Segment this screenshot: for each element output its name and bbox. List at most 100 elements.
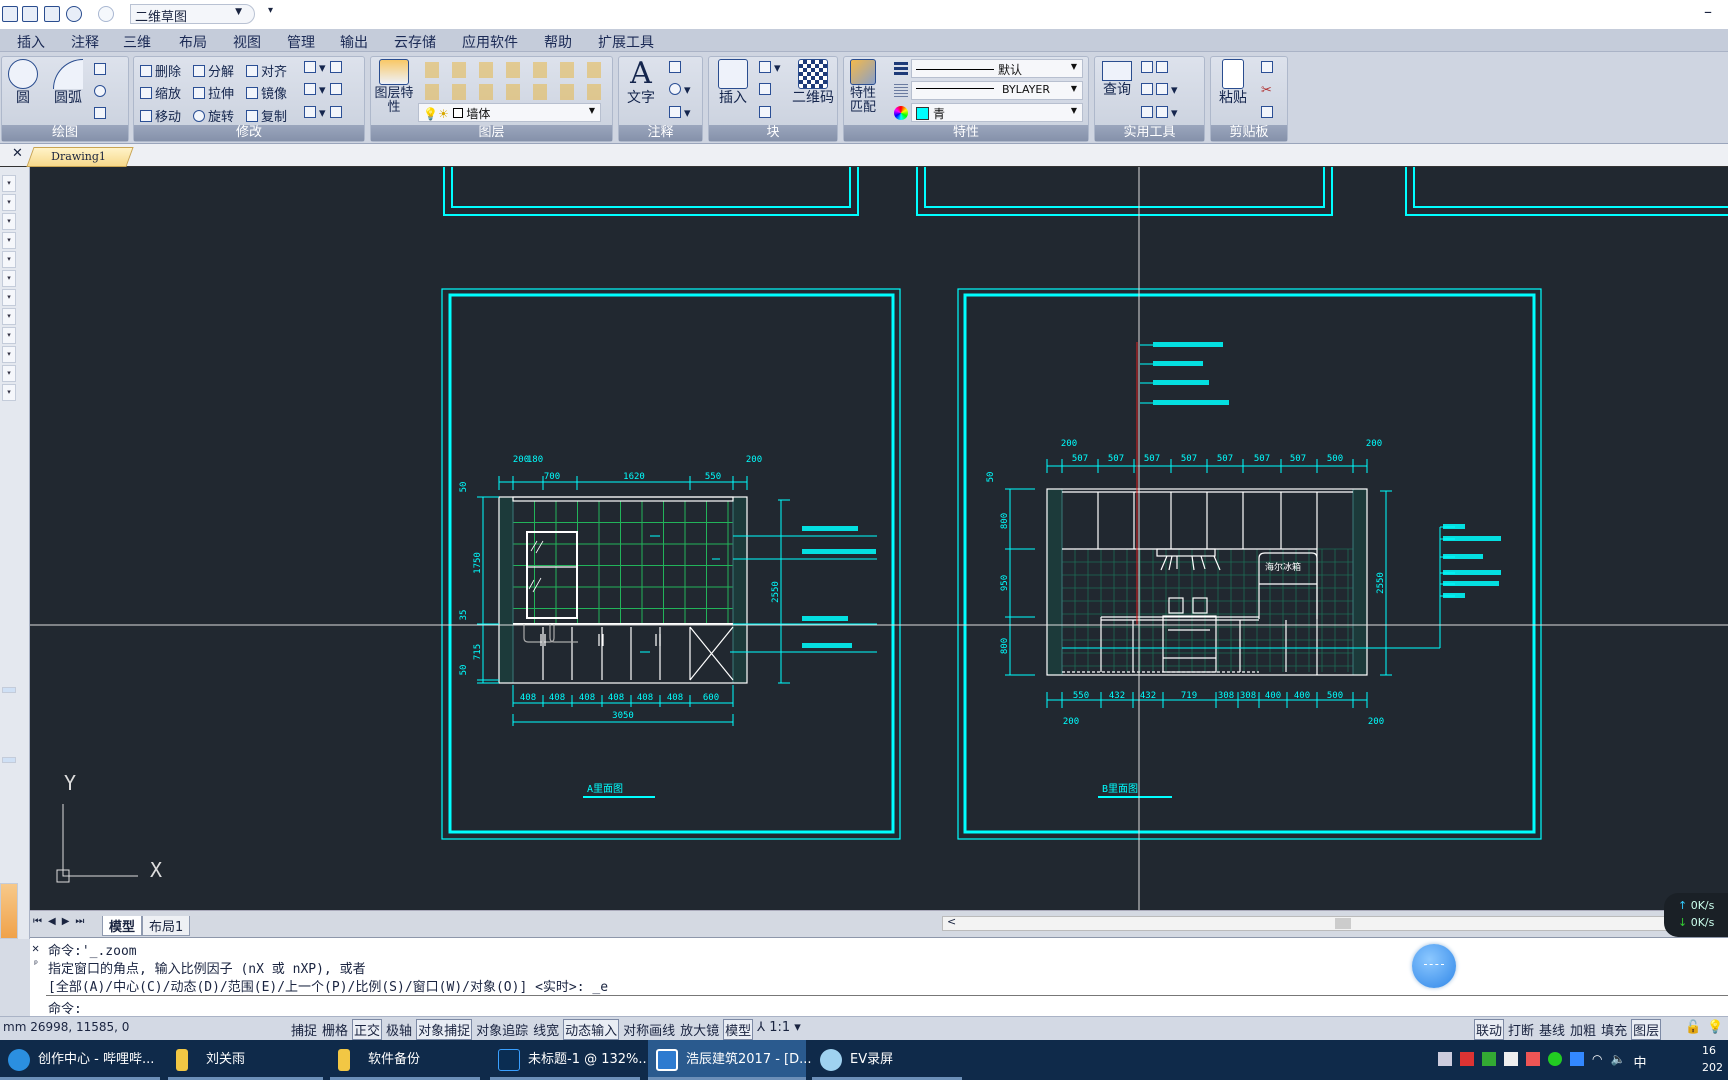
insert-block-button[interactable]: 插入: [715, 59, 751, 106]
status-toggle[interactable]: 正交: [352, 1019, 383, 1040]
close-icon[interactable]: ✕: [12, 146, 23, 161]
create-block-tool[interactable]: ▾: [759, 61, 781, 76]
palette-button[interactable]: ▾: [2, 384, 16, 401]
break-tool[interactable]: ▾: [304, 106, 345, 121]
status-toggle[interactable]: 对象追踪: [475, 1020, 529, 1041]
menu-cloud[interactable]: 云存储: [394, 32, 436, 52]
status-toggle[interactable]: 线宽: [532, 1020, 560, 1041]
status-toggle[interactable]: 模型: [723, 1019, 754, 1040]
quick-select-tool[interactable]: ▾: [1141, 106, 1178, 121]
layer-tools-icons[interactable]: [419, 62, 607, 102]
status-toggle[interactable]: 对称画线: [622, 1020, 676, 1041]
wechat-icon[interactable]: [1548, 1052, 1562, 1066]
palette-button[interactable]: ▾: [2, 232, 16, 249]
menu-3d[interactable]: 三维: [123, 32, 151, 52]
panel-label-utilities[interactable]: 实用工具: [1095, 125, 1204, 141]
ellipse-tool[interactable]: [94, 85, 109, 100]
scroll-thumb[interactable]: [1335, 918, 1351, 929]
menu-help[interactable]: 帮助: [544, 32, 572, 52]
palette-highlight[interactable]: [0, 883, 18, 939]
palette-button[interactable]: ▾: [2, 194, 16, 211]
color-dropdown[interactable]: 青 ▼: [911, 103, 1083, 122]
menu-manage[interactable]: 管理: [287, 32, 315, 52]
shield-icon[interactable]: [1570, 1052, 1584, 1066]
minimize-button[interactable]: –: [1704, 2, 1712, 21]
stretch-tool[interactable]: 拉伸: [193, 83, 234, 102]
match-properties-button[interactable]: 特性匹配: [846, 59, 880, 115]
save-icon[interactable]: [22, 6, 38, 22]
calculator-tool[interactable]: ▾: [1141, 83, 1178, 98]
pin-icon[interactable]: ᵖ: [33, 959, 39, 970]
panel-label-annotate[interactable]: 注释: [619, 125, 702, 141]
ime-indicator[interactable]: 中: [1633, 1052, 1646, 1071]
wifi-icon[interactable]: ◠: [1592, 1052, 1602, 1071]
customize-icon[interactable]: ▾: [268, 5, 273, 16]
clock[interactable]: 16 202: [1702, 1042, 1723, 1076]
status-toggle[interactable]: 打断: [1507, 1020, 1535, 1041]
panel-label-modify[interactable]: 修改: [134, 125, 364, 141]
linetype-dropdown[interactable]: BYLAYER ▼: [911, 81, 1083, 100]
array-tool[interactable]: ▾: [304, 61, 345, 76]
menu-view[interactable]: 视图: [233, 32, 261, 52]
align-tool[interactable]: 对齐: [246, 61, 287, 80]
scroll-left-icon[interactable]: <: [947, 915, 956, 928]
panel-label-block[interactable]: 块: [709, 125, 837, 141]
move-tool[interactable]: 移动: [140, 106, 181, 125]
tray-icon[interactable]: [1460, 1052, 1474, 1066]
fillet-tool[interactable]: ▾: [304, 83, 345, 98]
palette-button[interactable]: ▾: [2, 365, 16, 382]
palette-button[interactable]: ▾: [2, 289, 16, 306]
menu-extensions[interactable]: 扩展工具: [598, 32, 654, 52]
tab-model[interactable]: 模型: [102, 916, 143, 936]
erase-tool[interactable]: 删除: [140, 61, 181, 80]
status-toggle[interactable]: 动态输入: [563, 1019, 620, 1040]
paste-button[interactable]: 粘贴: [1215, 59, 1251, 106]
command-input[interactable]: 命令:: [46, 995, 1728, 1017]
mirror-tool[interactable]: 镜像: [246, 83, 287, 102]
horizontal-scrollbar[interactable]: <: [942, 915, 1728, 931]
text-button[interactable]: A 文字: [623, 57, 659, 106]
status-toggle[interactable]: 联动: [1474, 1019, 1505, 1040]
angle-tool[interactable]: [1141, 61, 1171, 76]
tab-nav-arrows[interactable]: ⏮◀▶⏭: [33, 916, 90, 927]
taskbar-item[interactable]: 未标题-1 @ 132%...: [490, 1040, 651, 1080]
cut-tool[interactable]: ✂: [1261, 83, 1272, 98]
dimension-tool[interactable]: ▾: [669, 106, 691, 121]
status-toggle[interactable]: 对象捕捉: [416, 1019, 473, 1040]
menu-apps[interactable]: 应用软件: [462, 32, 518, 52]
status-toggle[interactable]: 栅格: [321, 1020, 349, 1041]
status-toggle[interactable]: 加粗: [1569, 1020, 1597, 1041]
layer-dropdown[interactable]: 💡☀ 墙体 ▼: [418, 103, 601, 122]
menu-layout[interactable]: 布局: [179, 32, 207, 52]
tab-layout1[interactable]: 布局1: [142, 916, 191, 936]
taskbar-item[interactable]: 软件备份: [330, 1040, 480, 1080]
layer-properties-button[interactable]: 图层特性: [374, 59, 414, 115]
palette-button[interactable]: ▾: [2, 251, 16, 268]
taskbar-item[interactable]: EV录屏: [812, 1040, 962, 1080]
palette-button[interactable]: ▾: [2, 213, 16, 230]
lock-icon[interactable]: 🔓: [1684, 1020, 1702, 1035]
palette-button[interactable]: ▾: [2, 308, 16, 325]
panel-label-layer[interactable]: 图层: [371, 125, 612, 141]
lineweight-dropdown[interactable]: 默认 ▼: [911, 59, 1083, 78]
scale-tool[interactable]: 缩放: [140, 83, 181, 102]
menu-annotate[interactable]: 注释: [71, 32, 99, 52]
status-toggle[interactable]: 图层: [1631, 1019, 1662, 1040]
status-toggle[interactable]: 极轴: [385, 1020, 413, 1041]
status-toggle[interactable]: 捕捉: [290, 1020, 318, 1041]
arc-button[interactable]: 圆弧: [48, 59, 88, 106]
lightbulb-icon[interactable]: 💡: [1706, 1020, 1724, 1035]
qrcode-button[interactable]: 二维码: [791, 59, 835, 106]
status-toggle[interactable]: 放大镜: [679, 1020, 720, 1041]
status-toggle[interactable]: 填充: [1600, 1020, 1628, 1041]
table-tool[interactable]: [669, 61, 684, 76]
rotate-tool[interactable]: 旋转: [193, 106, 234, 125]
attribute-tool[interactable]: [759, 106, 774, 121]
menu-output[interactable]: 输出: [340, 32, 368, 52]
block-editor-tool[interactable]: [759, 83, 774, 98]
palette-button[interactable]: ▾: [2, 346, 16, 363]
palette-button[interactable]: ▾: [2, 270, 16, 287]
panel-label-properties[interactable]: 特性: [844, 125, 1088, 141]
leader-tool[interactable]: ▾: [669, 83, 691, 98]
annotation-scale[interactable]: ⅄ 1:1 ▾: [756, 1020, 802, 1041]
